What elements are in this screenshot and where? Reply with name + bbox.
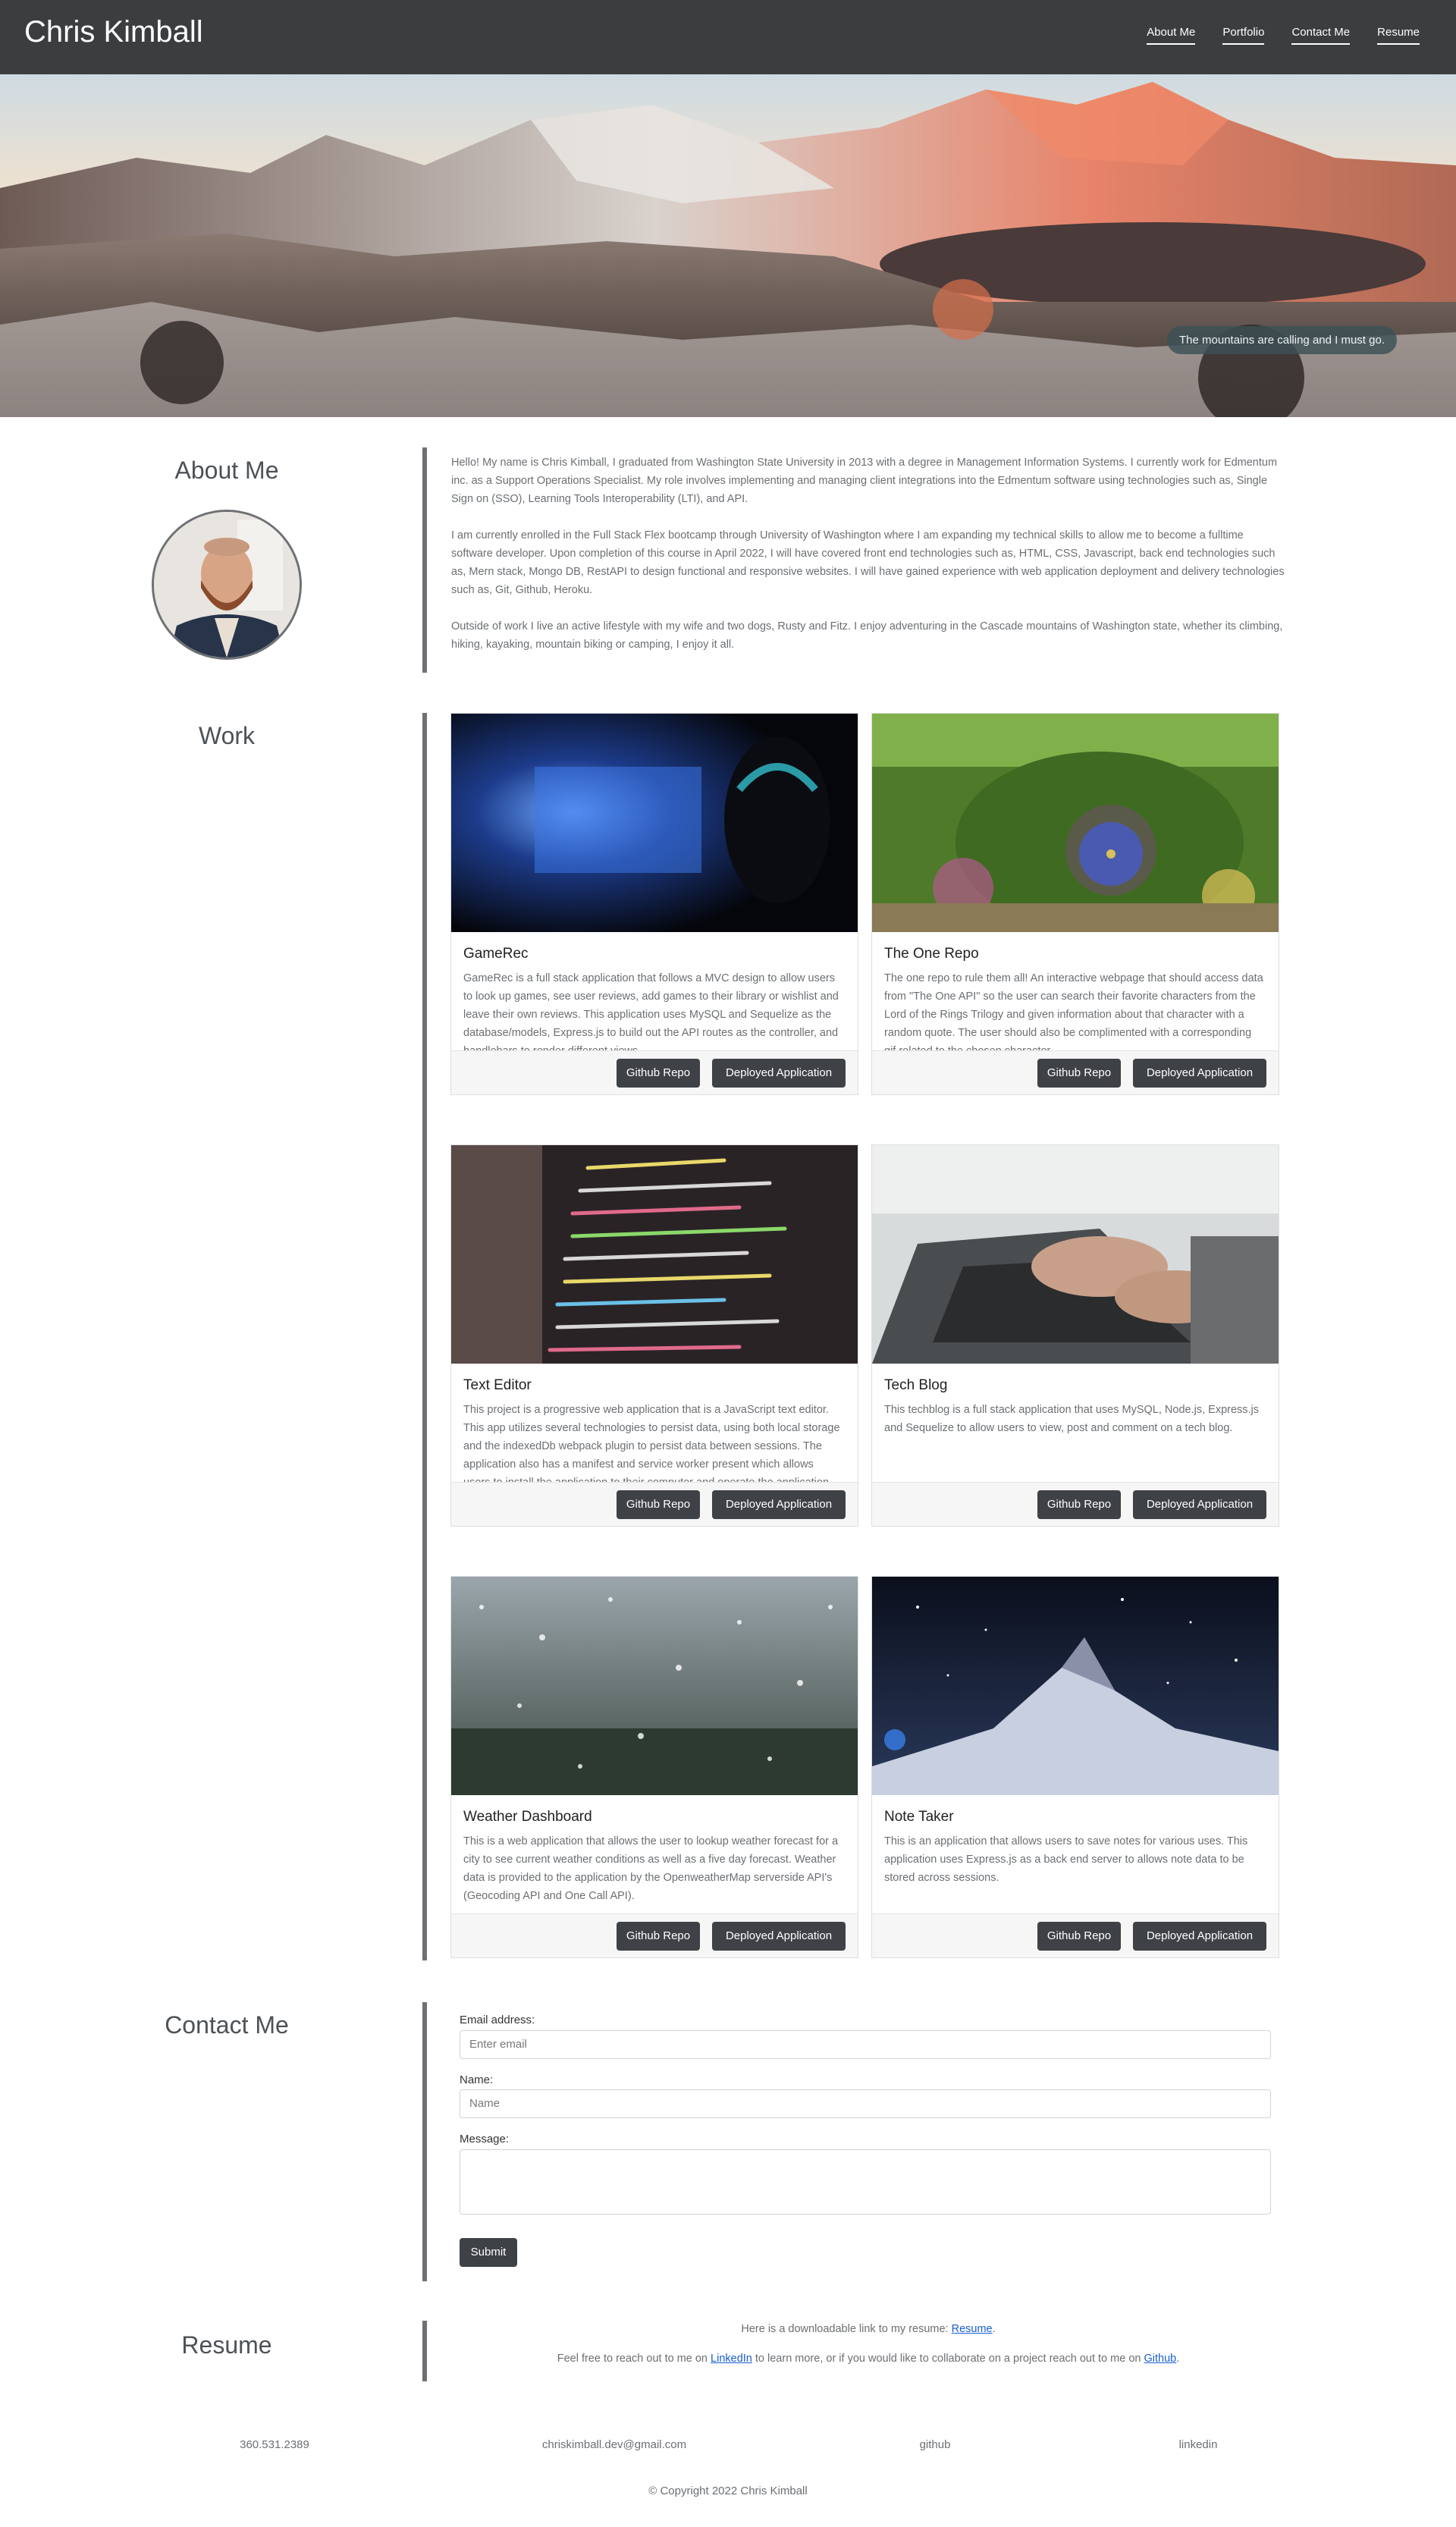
project-card-gamerec: GameRec GameRec is a full stack applicat… bbox=[450, 713, 858, 1095]
project-image-night-mountain bbox=[872, 1577, 1279, 1795]
card-footer: Github Repo Deployed Application bbox=[872, 1482, 1279, 1526]
project-title: GameRec bbox=[463, 946, 529, 962]
resume-line-text: . bbox=[992, 2323, 996, 2335]
site-brand[interactable]: Chris Kimball bbox=[24, 15, 203, 49]
project-title: Note Taker bbox=[884, 1809, 954, 1825]
github-link[interactable]: Github bbox=[1144, 2353, 1177, 2365]
nav-portfolio[interactable]: Portfolio bbox=[1222, 26, 1265, 45]
card-footer: Github Repo Deployed Application bbox=[872, 1913, 1279, 1957]
project-image-laptop-typing bbox=[872, 1145, 1279, 1364]
name-label: Name: bbox=[460, 2073, 494, 2086]
github-repo-button[interactable]: Github Repo bbox=[1037, 1059, 1121, 1088]
deployed-application-button[interactable]: Deployed Application bbox=[712, 1490, 846, 1519]
card-footer: Github Repo Deployed Application bbox=[451, 1050, 858, 1094]
footer-phone: 360.531.2389 bbox=[240, 2438, 309, 2451]
project-card-text-editor: Text Editor This project is a progressiv… bbox=[450, 1144, 858, 1527]
deployed-application-button[interactable]: Deployed Application bbox=[1133, 1490, 1266, 1519]
hero-caption: The mountains are calling and I must go. bbox=[1167, 326, 1397, 354]
resume-download-line: Here is a downloadable link to my resume… bbox=[451, 2323, 1285, 2335]
site-header: Chris Kimball About Me Portfolio Contact… bbox=[0, 0, 1456, 74]
project-description: GameRec is a full stack application that… bbox=[463, 972, 839, 1057]
work-divider bbox=[422, 713, 427, 1960]
about-divider bbox=[422, 447, 427, 673]
card-footer: Github Repo Deployed Application bbox=[872, 1050, 1279, 1094]
nav-about-me[interactable]: About Me bbox=[1147, 26, 1196, 45]
resume-link[interactable]: Resume bbox=[952, 2323, 993, 2335]
resume-divider bbox=[422, 2321, 427, 2381]
about-paragraph: Outside of work I live an active lifesty… bbox=[451, 620, 1283, 651]
project-image-code-screen bbox=[451, 1145, 858, 1364]
about-title: About Me bbox=[174, 457, 279, 484]
footer-email[interactable]: chriskimball.dev@gmail.com bbox=[500, 2438, 728, 2451]
email-field[interactable]: Enter email bbox=[460, 2030, 1271, 2059]
contact-title: Contact Me bbox=[165, 2011, 289, 2039]
work-title: Work bbox=[198, 722, 256, 749]
project-image-gaming bbox=[451, 714, 858, 932]
deployed-application-button[interactable]: Deployed Application bbox=[1133, 1922, 1266, 1951]
resume-contact-line: Feel free to reach out to me on LinkedIn… bbox=[451, 2353, 1285, 2365]
deployed-application-button[interactable]: Deployed Application bbox=[712, 1059, 846, 1088]
footer-github[interactable]: github bbox=[859, 2438, 1011, 2451]
github-repo-button[interactable]: Github Repo bbox=[1037, 1490, 1121, 1519]
footer-linkedin[interactable]: linkedin bbox=[1122, 2438, 1274, 2451]
project-description: This is an application that allows users… bbox=[884, 1835, 1248, 1884]
github-repo-button[interactable]: Github Repo bbox=[617, 1059, 700, 1088]
project-title: Tech Blog bbox=[884, 1377, 948, 1393]
project-title: Weather Dashboard bbox=[463, 1809, 592, 1825]
project-description: This is a web application that allows th… bbox=[463, 1835, 839, 1902]
project-card-the-one-repo: The One Repo The one repo to rule them a… bbox=[871, 713, 1279, 1095]
main-nav: About Me Portfolio Contact Me Resume bbox=[1119, 26, 1420, 45]
resume-line-text: . bbox=[1176, 2353, 1180, 2365]
hero-banner: The mountains are calling and I must go. bbox=[0, 74, 1456, 417]
email-label: Email address: bbox=[460, 2014, 535, 2026]
resume-line-text: Feel free to reach out to me on bbox=[557, 2353, 711, 2365]
project-card-weather-dashboard: Weather Dashboard This is a web applicat… bbox=[450, 1576, 858, 1958]
nav-contact-me[interactable]: Contact Me bbox=[1291, 26, 1351, 45]
deployed-application-button[interactable]: Deployed Application bbox=[712, 1922, 846, 1951]
card-footer: Github Repo Deployed Application bbox=[451, 1913, 858, 1957]
project-card-tech-blog: Tech Blog This techblog is a full stack … bbox=[871, 1144, 1279, 1527]
github-repo-button[interactable]: Github Repo bbox=[617, 1490, 700, 1519]
message-textarea[interactable] bbox=[460, 2149, 1271, 2215]
project-image-snowfall bbox=[451, 1577, 858, 1795]
github-repo-button[interactable]: Github Repo bbox=[1037, 1922, 1121, 1951]
footer-copyright: © Copyright 2022 Chris Kimball bbox=[648, 2485, 808, 2497]
resume-title: Resume bbox=[181, 2331, 272, 2359]
mountain-landscape-image bbox=[0, 74, 1456, 417]
project-description: This techblog is a full stack applicatio… bbox=[884, 1404, 1260, 1434]
project-card-note-taker: Note Taker This is an application that a… bbox=[871, 1576, 1279, 1958]
message-label: Message: bbox=[460, 2133, 510, 2146]
about-paragraph: I am currently enrolled in the Full Stac… bbox=[451, 529, 1285, 596]
github-repo-button[interactable]: Github Repo bbox=[617, 1922, 700, 1951]
project-description: The one repo to rule them all! An intera… bbox=[884, 972, 1263, 1057]
project-title: The One Repo bbox=[884, 946, 979, 962]
contact-divider bbox=[422, 2002, 427, 2281]
about-paragraph: Hello! My name is Chris Kimball, I gradu… bbox=[451, 457, 1278, 505]
resume-line-text: to learn more, or if you would like to c… bbox=[752, 2353, 1144, 2365]
profile-avatar bbox=[152, 510, 302, 660]
card-footer: Github Repo Deployed Application bbox=[451, 1482, 858, 1526]
submit-button[interactable]: Submit bbox=[460, 2238, 517, 2267]
nav-resume[interactable]: Resume bbox=[1377, 26, 1420, 45]
about-text: Hello! My name is Chris Kimball, I gradu… bbox=[451, 454, 1285, 672]
linkedin-link[interactable]: LinkedIn bbox=[711, 2353, 752, 2365]
name-field[interactable]: Name bbox=[460, 2089, 1271, 2118]
project-title: Text Editor bbox=[463, 1377, 532, 1393]
project-image-hobbit-hole bbox=[872, 714, 1279, 932]
resume-line-text: Here is a downloadable link to my resume… bbox=[741, 2323, 952, 2335]
deployed-application-button[interactable]: Deployed Application bbox=[1133, 1059, 1266, 1088]
